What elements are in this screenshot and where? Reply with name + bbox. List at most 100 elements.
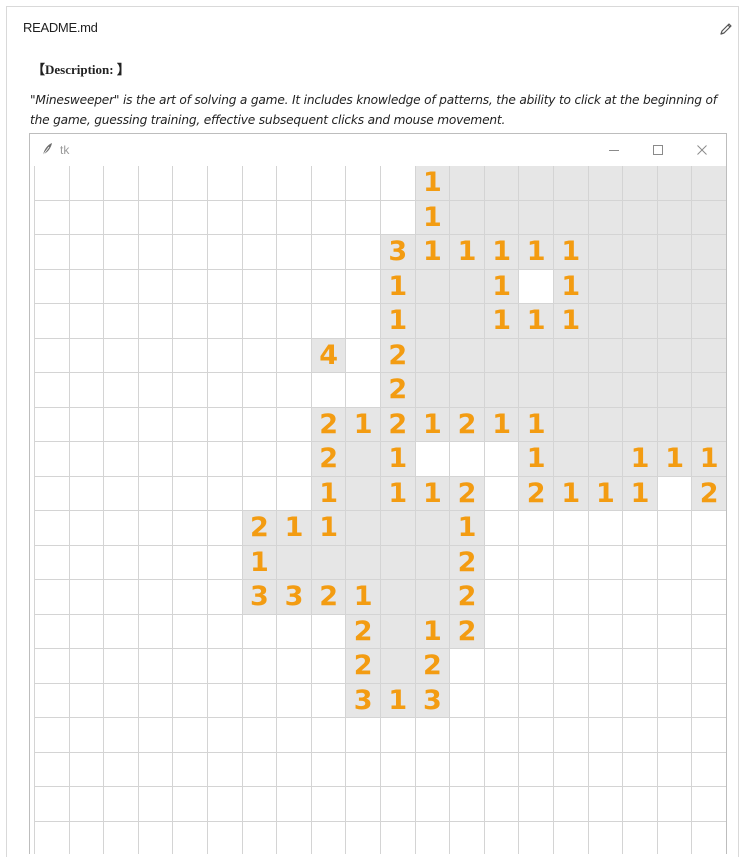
cell-hidden[interactable] <box>588 649 624 684</box>
cell-hidden[interactable] <box>173 821 208 854</box>
cell-open[interactable] <box>657 166 693 201</box>
cell-open[interactable] <box>692 338 726 373</box>
cell-number[interactable]: 1 <box>242 545 278 580</box>
cell-open[interactable] <box>484 166 520 201</box>
cell-number[interactable]: 1 <box>415 476 451 511</box>
cell-hidden[interactable] <box>623 718 658 753</box>
cell-hidden[interactable] <box>519 821 554 854</box>
cell-number[interactable]: 2 <box>346 649 381 684</box>
cell-open[interactable] <box>623 338 658 373</box>
cell-number[interactable]: 2 <box>692 476 726 511</box>
cell-hidden[interactable] <box>692 787 726 822</box>
cell-hidden[interactable] <box>346 338 381 373</box>
cell-open[interactable] <box>415 304 451 339</box>
cell-hidden[interactable] <box>588 614 624 649</box>
cell-number[interactable]: 1 <box>415 166 451 201</box>
cell-hidden[interactable] <box>346 787 381 822</box>
cell-hidden[interactable] <box>104 235 139 270</box>
cell-hidden[interactable] <box>104 373 139 408</box>
cell-hidden[interactable] <box>346 821 381 854</box>
cell-open[interactable] <box>346 545 381 580</box>
cell-hidden[interactable] <box>311 821 347 854</box>
cell-hidden[interactable] <box>208 545 243 580</box>
cell-number[interactable]: 1 <box>450 235 485 270</box>
cell-hidden[interactable] <box>692 614 726 649</box>
cell-hidden[interactable] <box>173 718 208 753</box>
cell-hidden[interactable] <box>450 752 485 787</box>
cell-hidden[interactable] <box>519 580 554 615</box>
cell-hidden[interactable] <box>623 752 658 787</box>
cell-open[interactable] <box>346 511 381 546</box>
cell-hidden[interactable] <box>277 476 312 511</box>
cell-hidden[interactable] <box>277 649 312 684</box>
cell-hidden[interactable] <box>69 269 105 304</box>
cell-hidden[interactable] <box>311 752 347 787</box>
cell-hidden[interactable] <box>138 269 174 304</box>
cell-hidden[interactable] <box>69 373 105 408</box>
cell-hidden[interactable] <box>69 649 105 684</box>
cell-hidden[interactable] <box>519 752 554 787</box>
cell-hidden[interactable] <box>173 649 208 684</box>
cell-hidden[interactable] <box>242 649 278 684</box>
cell-hidden[interactable] <box>450 787 485 822</box>
cell-hidden[interactable] <box>208 338 243 373</box>
cell-hidden[interactable] <box>346 752 381 787</box>
cell-hidden[interactable] <box>104 200 139 235</box>
cell-hidden[interactable] <box>104 683 139 718</box>
cell-hidden[interactable] <box>208 649 243 684</box>
cell-hidden[interactable] <box>104 821 139 854</box>
cell-open[interactable] <box>692 304 726 339</box>
cell-hidden[interactable] <box>657 614 693 649</box>
cell-hidden[interactable] <box>692 683 726 718</box>
cell-hidden[interactable] <box>138 614 174 649</box>
cell-hidden[interactable] <box>277 200 312 235</box>
cell-open[interactable] <box>381 649 416 684</box>
cell-hidden[interactable] <box>242 338 278 373</box>
cell-hidden[interactable] <box>35 787 70 822</box>
cell-hidden[interactable] <box>346 235 381 270</box>
cell-open[interactable] <box>450 373 485 408</box>
cell-hidden[interactable] <box>208 200 243 235</box>
cell-hidden[interactable] <box>657 752 693 787</box>
cell-hidden[interactable] <box>311 304 347 339</box>
cell-hidden[interactable] <box>208 304 243 339</box>
cell-hidden[interactable] <box>588 545 624 580</box>
cell-number[interactable]: 2 <box>381 407 416 442</box>
cell-hidden[interactable] <box>138 373 174 408</box>
cell-hidden[interactable] <box>104 442 139 477</box>
cell-hidden[interactable] <box>381 821 416 854</box>
cell-hidden[interactable] <box>138 821 174 854</box>
cell-hidden[interactable] <box>346 200 381 235</box>
cell-open[interactable] <box>381 545 416 580</box>
cell-open[interactable] <box>588 338 624 373</box>
cell-hidden[interactable] <box>173 373 208 408</box>
cell-hidden[interactable] <box>104 338 139 373</box>
cell-hidden[interactable] <box>692 545 726 580</box>
cell-number[interactable]: 2 <box>450 580 485 615</box>
cell-open[interactable] <box>692 235 726 270</box>
cell-hidden[interactable] <box>208 476 243 511</box>
cell-open[interactable] <box>588 373 624 408</box>
cell-hidden[interactable] <box>554 787 589 822</box>
cell-hidden[interactable] <box>208 511 243 546</box>
cell-hidden[interactable] <box>519 545 554 580</box>
cell-open[interactable] <box>554 200 589 235</box>
cell-number[interactable]: 1 <box>554 235 589 270</box>
cell-number[interactable]: 3 <box>242 580 278 615</box>
cell-hidden[interactable] <box>381 718 416 753</box>
cell-open[interactable] <box>623 200 658 235</box>
cell-open[interactable] <box>415 580 451 615</box>
cell-hidden[interactable] <box>381 787 416 822</box>
cell-hidden[interactable] <box>104 614 139 649</box>
cell-hidden[interactable] <box>104 718 139 753</box>
cell-hidden[interactable] <box>346 718 381 753</box>
cell-hidden[interactable] <box>242 683 278 718</box>
cell-hidden[interactable] <box>554 511 589 546</box>
cell-hidden[interactable] <box>69 821 105 854</box>
cell-hidden[interactable] <box>69 752 105 787</box>
cell-hidden[interactable] <box>554 718 589 753</box>
cell-hidden[interactable] <box>415 718 451 753</box>
cell-open[interactable] <box>450 200 485 235</box>
cell-hidden[interactable] <box>104 511 139 546</box>
cell-number[interactable]: 1 <box>484 407 520 442</box>
